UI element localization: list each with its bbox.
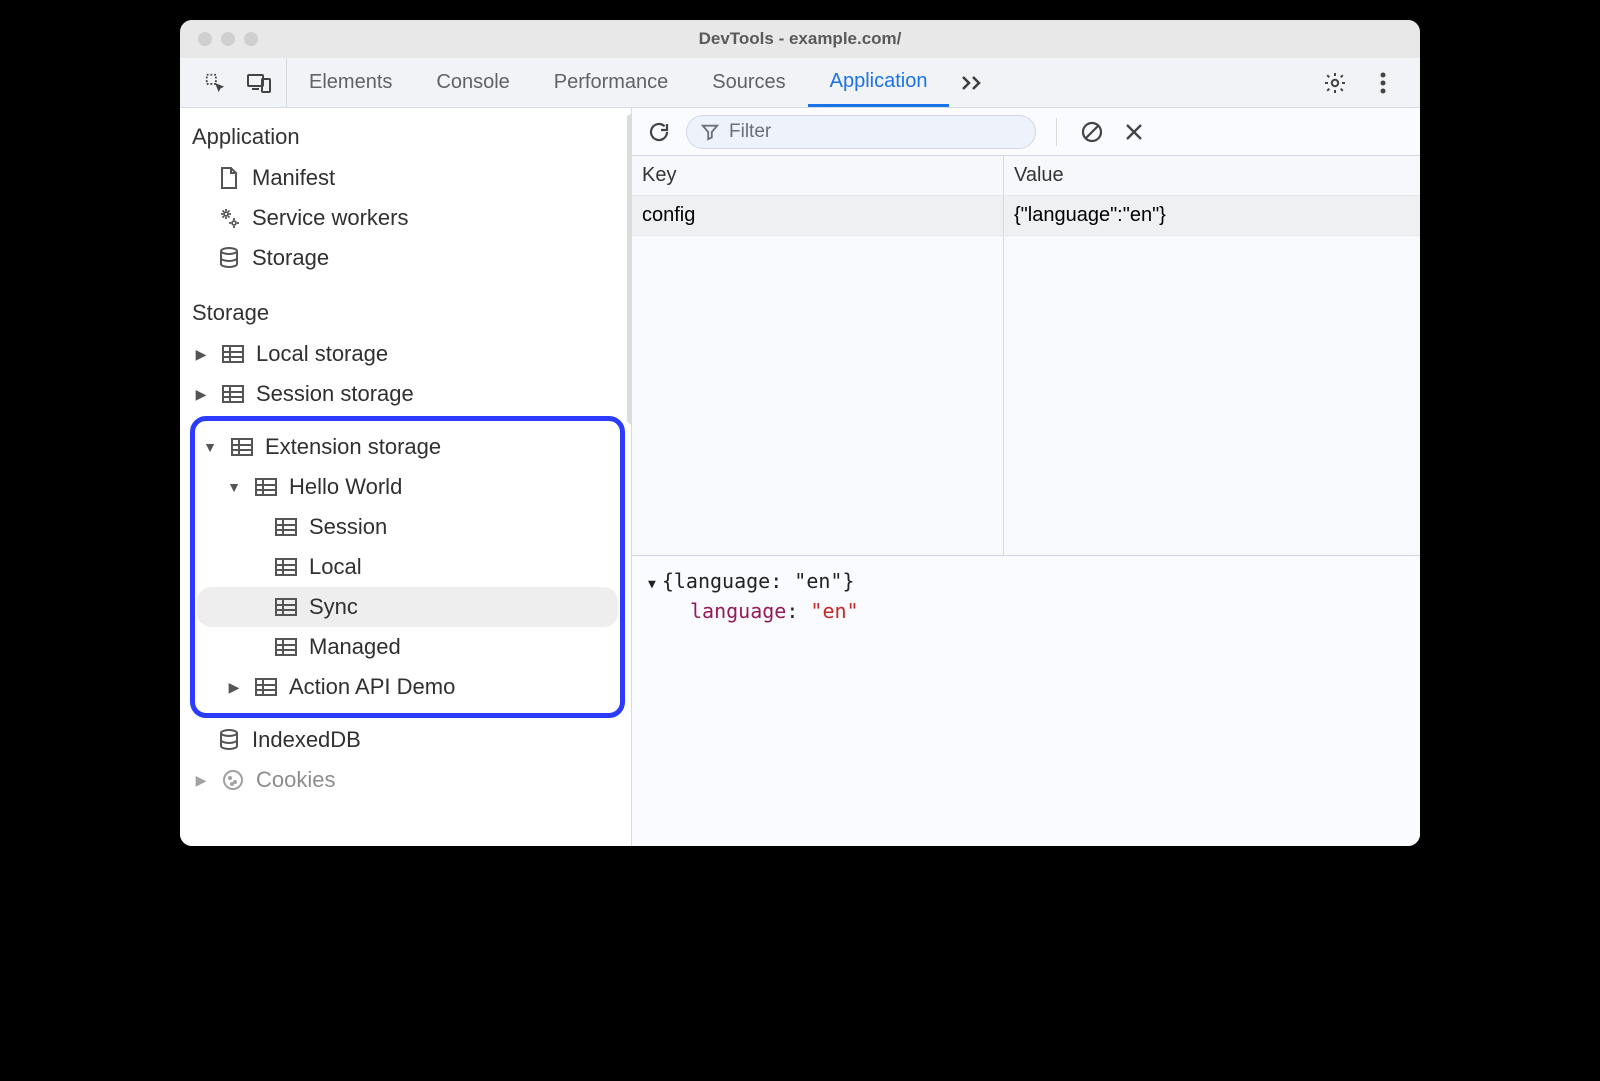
tabs: Elements Console Performance Sources App… xyxy=(287,58,1312,107)
tab-console[interactable]: Console xyxy=(414,58,531,107)
storage-table: Key Value config {"language":"en"} xyxy=(632,156,1420,556)
sidebar-item-label: Manifest xyxy=(252,165,335,191)
tabbar-right-tools xyxy=(1312,58,1412,107)
sidebar-item-manifest[interactable]: Manifest xyxy=(188,158,631,198)
sidebar-item-storage[interactable]: Storage xyxy=(188,238,631,278)
tab-elements[interactable]: Elements xyxy=(287,58,414,107)
chevron-right-icon: ▶ xyxy=(192,386,210,403)
devtools-window: DevTools - example.com/ Elements Console… xyxy=(180,20,1420,846)
sidebar-item-extension-storage[interactable]: ▼ Extension storage xyxy=(197,427,618,467)
sidebar-item-label: Hello World xyxy=(289,474,402,500)
filter-placeholder: Filter xyxy=(729,121,771,143)
preview-key: language xyxy=(690,599,786,623)
preview-value: "en" xyxy=(810,599,858,623)
inspect-icon[interactable] xyxy=(200,68,230,98)
th-key[interactable]: Key xyxy=(632,156,1004,195)
settings-icon[interactable] xyxy=(1320,68,1350,98)
filter-icon xyxy=(701,123,719,141)
gears-icon xyxy=(216,205,242,231)
tab-performance[interactable]: Performance xyxy=(532,58,691,107)
sidebar: Application Manifest Service workers Sto… xyxy=(180,108,632,846)
chevron-right-icon: ▶ xyxy=(192,346,210,363)
cookie-icon xyxy=(220,767,246,793)
chevron-right-icon: ▶ xyxy=(192,772,210,789)
table-icon xyxy=(273,554,299,580)
table-icon xyxy=(253,674,279,700)
sidebar-item-sync[interactable]: Sync xyxy=(197,587,618,627)
table-icon xyxy=(220,341,246,367)
sidebar-item-label: Local xyxy=(309,554,362,580)
scrollbar[interactable] xyxy=(627,114,632,424)
sidebar-item-session-storage[interactable]: ▶ Session storage xyxy=(188,374,631,414)
sidebar-item-service-workers[interactable]: Service workers xyxy=(188,198,631,238)
sidebar-item-label: Session storage xyxy=(256,381,414,407)
clear-all-icon[interactable] xyxy=(1077,117,1107,147)
highlight-annotation: ▼ Extension storage ▼ Hello World xyxy=(190,416,625,718)
separator xyxy=(1056,118,1057,146)
content-panel: Filter Key Value config {"language":"en"… xyxy=(632,108,1420,846)
more-tabs-icon[interactable] xyxy=(949,58,997,107)
tabbar-left-tools xyxy=(188,58,287,107)
tab-bar: Elements Console Performance Sources App… xyxy=(180,58,1420,108)
sidebar-item-label: Action API Demo xyxy=(289,674,455,700)
filter-input[interactable]: Filter xyxy=(686,115,1036,149)
chevron-down-icon: ▼ xyxy=(225,479,243,495)
sidebar-item-label: Cookies xyxy=(256,767,335,793)
cell-value: {"language":"en"} xyxy=(1004,196,1420,235)
th-value[interactable]: Value xyxy=(1004,156,1420,195)
sidebar-item-label: Extension storage xyxy=(265,434,441,460)
document-icon xyxy=(216,165,242,191)
table-icon xyxy=(273,634,299,660)
delete-icon[interactable] xyxy=(1119,117,1149,147)
table-icon xyxy=(229,434,255,460)
tab-sources[interactable]: Sources xyxy=(690,58,807,107)
sidebar-item-managed[interactable]: Managed xyxy=(197,627,618,667)
table-icon xyxy=(273,594,299,620)
tab-application[interactable]: Application xyxy=(808,58,950,107)
database-icon xyxy=(216,727,242,753)
table-empty-row xyxy=(632,236,1420,555)
section-application: Application xyxy=(188,116,631,158)
value-preview: ▼{language: "en"} language: "en" xyxy=(632,556,1420,636)
sidebar-item-label: Storage xyxy=(252,245,329,271)
sidebar-item-local-storage[interactable]: ▶ Local storage xyxy=(188,334,631,374)
sidebar-item-label: IndexedDB xyxy=(252,727,361,753)
window-title: DevTools - example.com/ xyxy=(180,29,1420,49)
sidebar-item-label: Local storage xyxy=(256,341,388,367)
storage-toolbar: Filter xyxy=(632,108,1420,156)
sidebar-item-local[interactable]: Local xyxy=(197,547,618,587)
sidebar-item-indexeddb[interactable]: IndexedDB xyxy=(188,720,631,760)
sidebar-item-label: Sync xyxy=(309,594,358,620)
kebab-menu-icon[interactable] xyxy=(1368,68,1398,98)
sidebar-item-action-api[interactable]: ▶ Action API Demo xyxy=(197,667,618,707)
table-icon xyxy=(253,474,279,500)
device-toggle-icon[interactable] xyxy=(244,68,274,98)
table-row[interactable]: config {"language":"en"} xyxy=(632,196,1420,236)
preview-summary[interactable]: ▼{language: "en"} xyxy=(648,566,1404,596)
preview-entry: language: "en" xyxy=(648,596,1404,626)
table-icon xyxy=(273,514,299,540)
sidebar-item-session[interactable]: Session xyxy=(197,507,618,547)
sidebar-item-cookies[interactable]: ▶ Cookies xyxy=(188,760,631,800)
chevron-right-icon: ▶ xyxy=(225,679,243,696)
titlebar: DevTools - example.com/ xyxy=(180,20,1420,58)
sidebar-item-label: Managed xyxy=(309,634,401,660)
section-storage: Storage xyxy=(188,292,631,334)
sidebar-item-hello-world[interactable]: ▼ Hello World xyxy=(197,467,618,507)
chevron-down-icon: ▼ xyxy=(648,575,656,595)
sidebar-item-label: Service workers xyxy=(252,205,408,231)
sidebar-item-label: Session xyxy=(309,514,387,540)
table-header: Key Value xyxy=(632,156,1420,196)
table-icon xyxy=(220,381,246,407)
main-split: Application Manifest Service workers Sto… xyxy=(180,108,1420,846)
chevron-down-icon: ▼ xyxy=(201,439,219,455)
cell-key: config xyxy=(632,196,1004,235)
refresh-icon[interactable] xyxy=(644,117,674,147)
database-icon xyxy=(216,245,242,271)
